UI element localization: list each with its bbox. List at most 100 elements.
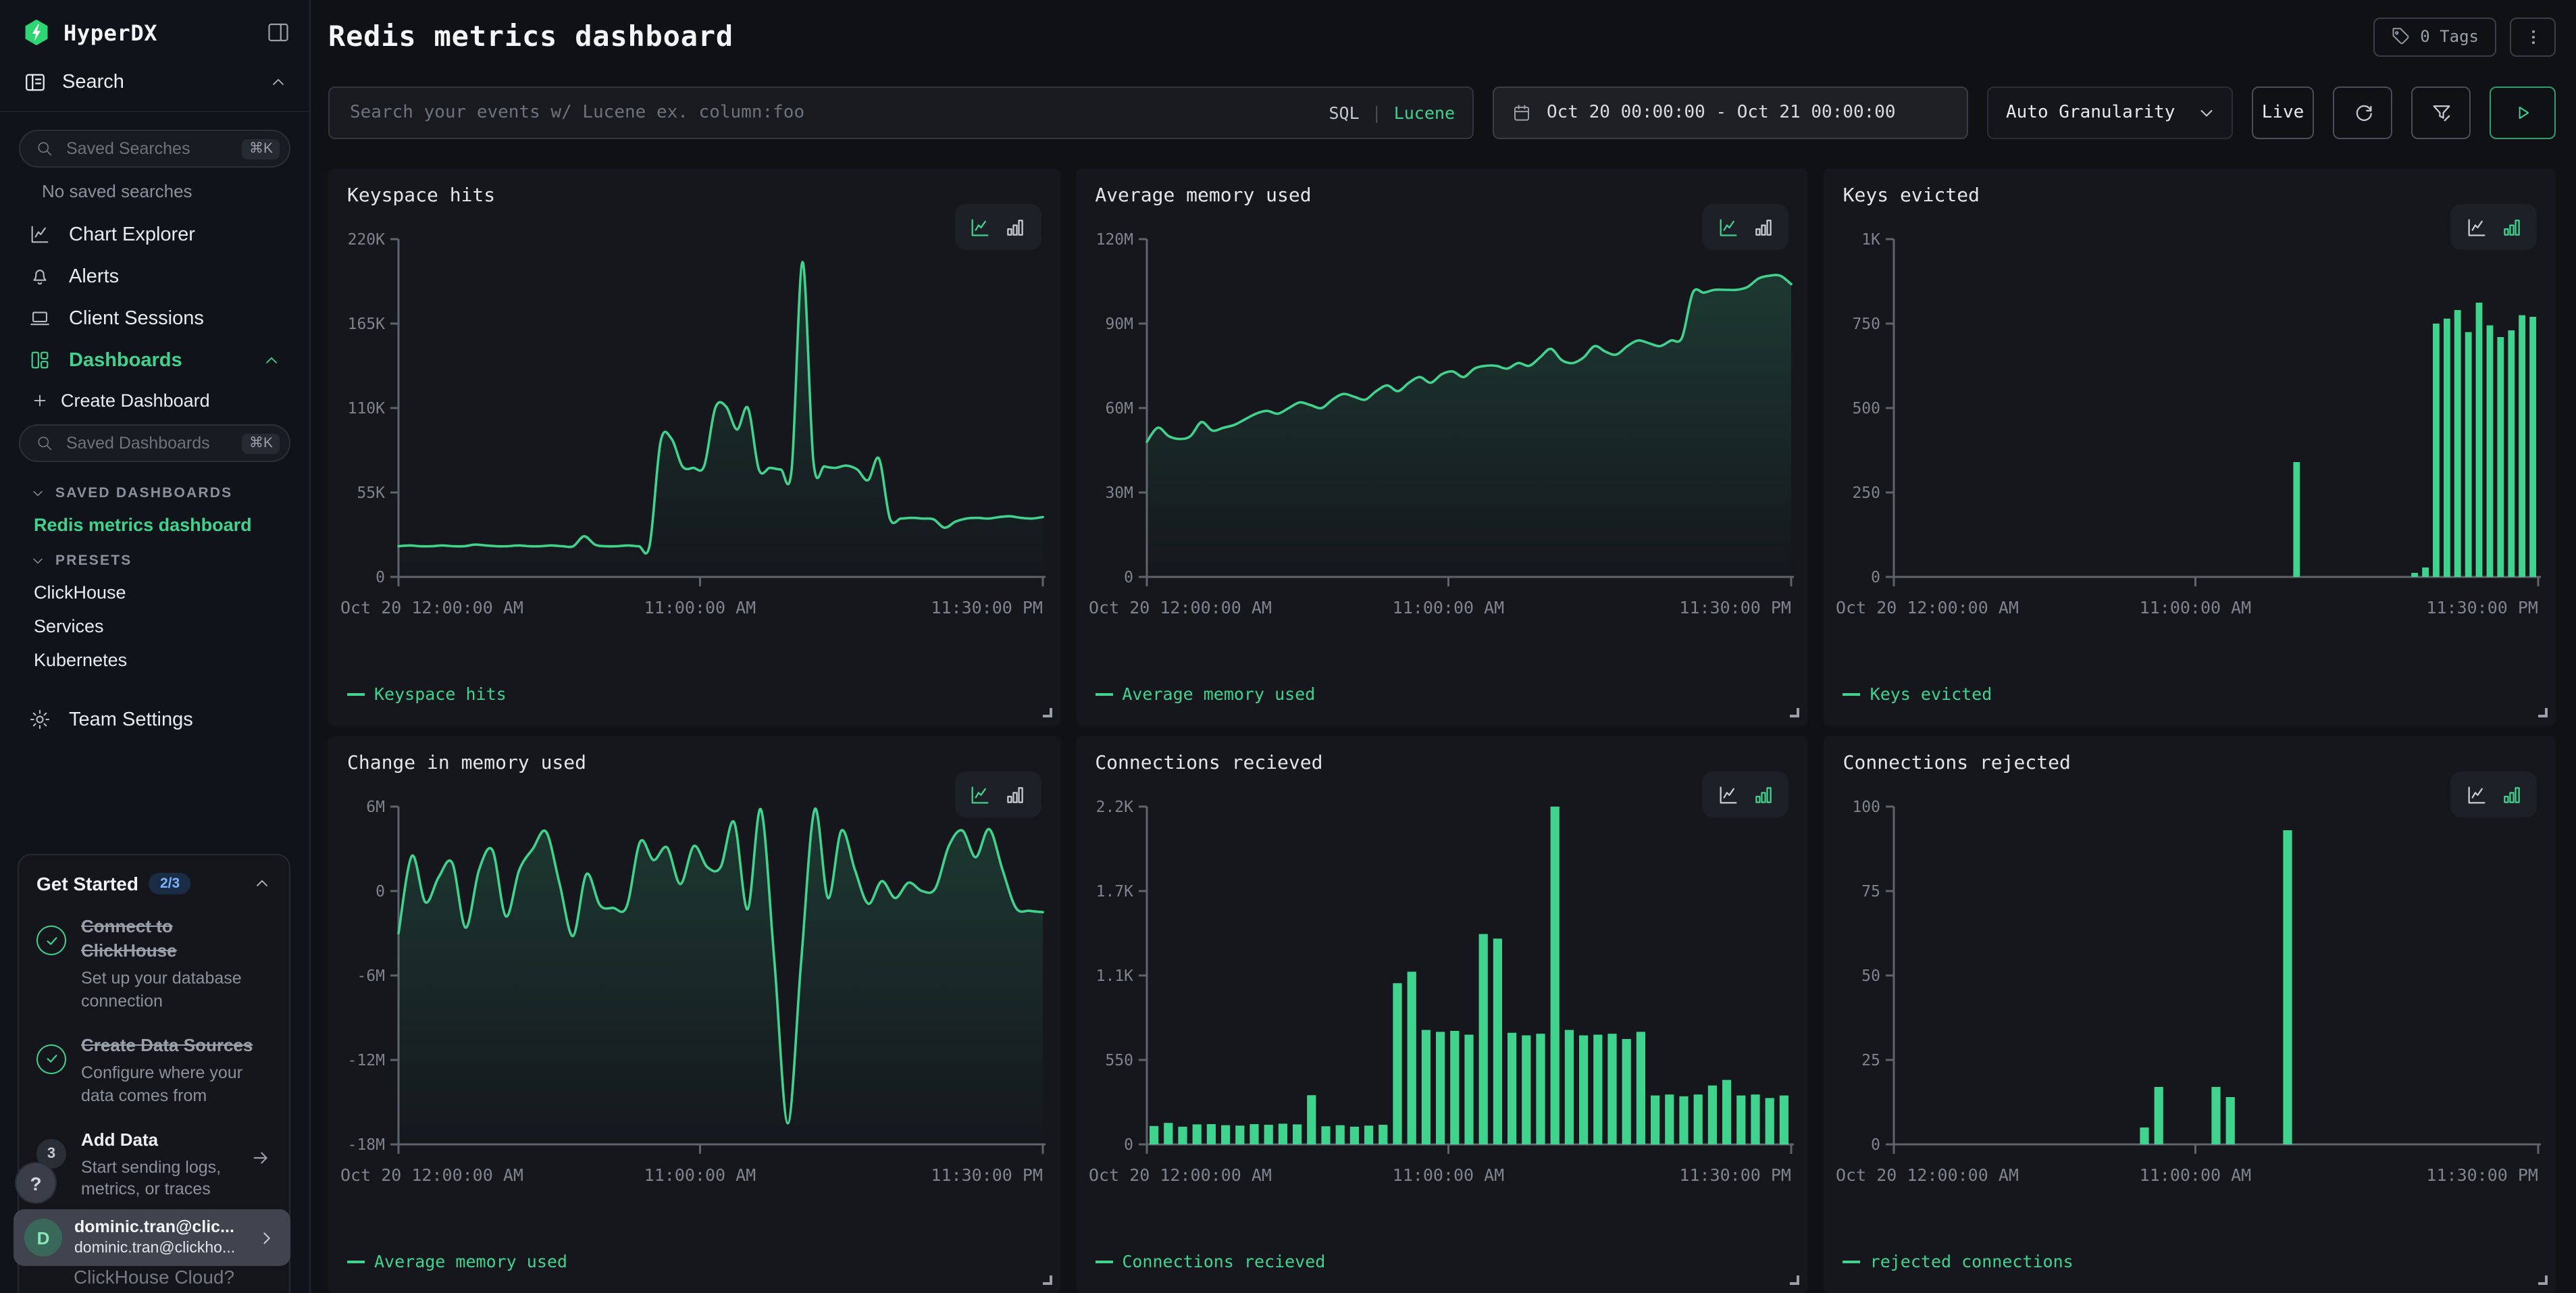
- logo-row: HyperDX: [0, 0, 309, 59]
- resize-handle[interactable]: [2538, 708, 2548, 717]
- sidebar: HyperDX Search ⌘K No saved searches: [0, 0, 311, 1293]
- sidebar-item-client-sessions[interactable]: Client Sessions: [16, 297, 293, 339]
- bell-icon: [27, 265, 51, 288]
- chart-legend[interactable]: rejected connections: [1843, 1251, 2073, 1271]
- svg-text:11:00:00 AM: 11:00:00 AM: [644, 598, 756, 617]
- page-title: Redis metrics dashboard: [328, 21, 2373, 53]
- saved-searches-field[interactable]: [63, 138, 233, 159]
- help-button[interactable]: ?: [16, 1163, 55, 1202]
- granularity-select[interactable]: Auto Granularity: [1987, 86, 2233, 139]
- tags-button[interactable]: 0 Tags: [2373, 18, 2496, 57]
- chart-legend[interactable]: Keyspace hits: [347, 684, 507, 704]
- svg-text:Oct 20 12:00:00 AM: Oct 20 12:00:00 AM: [1088, 598, 1271, 617]
- refresh-button[interactable]: [2333, 86, 2392, 139]
- chart-title: Connections recieved: [1095, 753, 1322, 774]
- sidebar-item-team-settings[interactable]: Team Settings: [16, 699, 293, 740]
- lucene-toggle[interactable]: Lucene: [1394, 103, 1455, 123]
- chart-title: Connections rejected: [1843, 753, 2071, 774]
- date-range-picker[interactable]: Oct 20 00:00:00 - Oct 21 00:00:00: [1493, 86, 1968, 139]
- chevron-up-icon[interactable]: [269, 73, 288, 92]
- hyperdx-logo-icon: [22, 18, 51, 47]
- svg-text:11:30:00 PM: 11:30:00 PM: [1679, 1165, 1791, 1185]
- svg-text:110K: 110K: [348, 400, 386, 417]
- sidebar-item-chart-explorer[interactable]: Chart Explorer: [16, 213, 293, 255]
- svg-text:Oct 20 12:00:00 AM: Oct 20 12:00:00 AM: [1836, 1165, 2019, 1185]
- svg-text:2.2K: 2.2K: [1096, 798, 1133, 816]
- legend-dash-icon: [1843, 1260, 1861, 1263]
- svg-text:Oct 20 12:00:00 AM: Oct 20 12:00:00 AM: [1088, 1165, 1271, 1185]
- preset-item-services[interactable]: Services: [16, 609, 293, 643]
- svg-text:220K: 220K: [348, 231, 386, 249]
- svg-text:11:30:00 PM: 11:30:00 PM: [1679, 598, 1791, 617]
- task-subtitle: Start sending logs, metrics, or traces: [81, 1156, 235, 1202]
- chevron-up-icon[interactable]: [259, 351, 284, 370]
- sidebar-collapse-icon[interactable]: [266, 20, 290, 45]
- granularity-value: Auto Granularity: [2006, 103, 2175, 123]
- svg-text:11:00:00 AM: 11:00:00 AM: [2140, 1165, 2252, 1185]
- check-circle-icon: [36, 1044, 66, 1074]
- svg-text:75: 75: [1862, 883, 1881, 901]
- resize-handle[interactable]: [1791, 1275, 1800, 1285]
- user-display-name: dominic.tran@clic...: [74, 1217, 244, 1239]
- resize-handle[interactable]: [1791, 708, 1800, 717]
- live-button[interactable]: Live: [2252, 86, 2314, 139]
- shortcut-badge: ⌘K: [242, 138, 280, 159]
- svg-text:-6M: -6M: [357, 967, 385, 985]
- task-subtitle: Configure where your data comes from: [81, 1062, 272, 1108]
- get-started-item[interactable]: 3 Add Data Start sending logs, metrics, …: [36, 1127, 272, 1202]
- svg-text:6M: 6M: [366, 798, 385, 816]
- saved-searches-input[interactable]: ⌘K: [19, 130, 290, 168]
- get-started-item[interactable]: Connect to ClickHouse Set up your databa…: [36, 915, 272, 1013]
- get-started-header[interactable]: Get Started 2/3: [36, 873, 272, 894]
- sql-toggle[interactable]: SQL: [1329, 103, 1359, 123]
- run-query-button[interactable]: [2490, 86, 2556, 139]
- resize-handle[interactable]: [1042, 708, 1052, 717]
- kebab-menu-icon: [2523, 27, 2543, 47]
- chart-legend[interactable]: Keys evicted: [1843, 684, 1992, 704]
- search-field[interactable]: [347, 101, 1312, 124]
- chart-plot: 1007550250Oct 20 12:00:00 AM11:00:00 AM1…: [1835, 796, 2544, 1228]
- preset-item-kubernetes[interactable]: Kubernetes: [16, 643, 293, 677]
- svg-text:11:00:00 AM: 11:00:00 AM: [1392, 1165, 1504, 1185]
- legend-dash-icon: [1843, 692, 1861, 695]
- sidebar-content: ⌘K No saved searches Chart Explorer Aler…: [0, 112, 309, 740]
- shortcut-badge: ⌘K: [242, 433, 280, 453]
- svg-text:500: 500: [1853, 400, 1881, 417]
- svg-text:Oct 20 12:00:00 AM: Oct 20 12:00:00 AM: [340, 598, 523, 617]
- sidebar-item-dashboards[interactable]: Dashboards: [16, 339, 293, 381]
- brand-name: HyperDX: [63, 20, 254, 45]
- sidebar-item-alerts[interactable]: Alerts: [16, 255, 293, 297]
- chart-legend[interactable]: Connections recieved: [1095, 1251, 1325, 1271]
- play-icon: [2513, 103, 2533, 123]
- saved-dashboards-input[interactable]: ⌘K: [19, 424, 290, 462]
- svg-text:30M: 30M: [1105, 484, 1133, 502]
- resize-handle[interactable]: [1042, 1275, 1052, 1285]
- chart-panel-change-in-memory-used: Change in memory used 6M0-6M-12M-18MOct …: [328, 736, 1060, 1293]
- resize-handle[interactable]: [2538, 1275, 2548, 1285]
- chart-legend[interactable]: Average memory used: [1095, 684, 1315, 704]
- create-dashboard-button[interactable]: Create Dashboard: [16, 381, 293, 423]
- filter-button[interactable]: [2411, 86, 2471, 139]
- get-started-item[interactable]: Create Data Sources Configure where your…: [36, 1034, 272, 1108]
- sidebar-item-label: Chart Explorer: [69, 224, 195, 245]
- saved-dashboards-field[interactable]: [63, 432, 233, 454]
- sidebar-item-label: Team Settings: [69, 709, 193, 730]
- presets-header[interactable]: PRESETS: [16, 542, 293, 576]
- task-subtitle: Set up your database connection: [81, 967, 272, 1013]
- refresh-icon: [2351, 101, 2374, 124]
- user-menu[interactable]: D dominic.tran@clic... dominic.tran@clic…: [14, 1209, 290, 1266]
- preset-item-clickhouse[interactable]: ClickHouse: [16, 576, 293, 609]
- search-icon: [35, 139, 54, 158]
- event-search-input[interactable]: SQL | Lucene: [328, 86, 1474, 139]
- chart-legend[interactable]: Average memory used: [347, 1251, 567, 1271]
- toggle-divider: |: [1372, 103, 1382, 123]
- svg-text:11:30:00 PM: 11:30:00 PM: [2427, 1165, 2539, 1185]
- chart-title: Change in memory used: [347, 753, 586, 774]
- svg-text:11:30:00 PM: 11:30:00 PM: [931, 1165, 1043, 1185]
- dashboard-menu-button[interactable]: [2510, 18, 2556, 57]
- saved-dashboards-header[interactable]: SAVED DASHBOARDS: [16, 474, 293, 508]
- dashboard-item-redis-metrics[interactable]: Redis metrics dashboard: [16, 508, 293, 542]
- sidebar-item-search[interactable]: Search: [0, 59, 309, 112]
- laptop-icon: [27, 307, 51, 330]
- chevron-up-icon[interactable]: [253, 874, 272, 893]
